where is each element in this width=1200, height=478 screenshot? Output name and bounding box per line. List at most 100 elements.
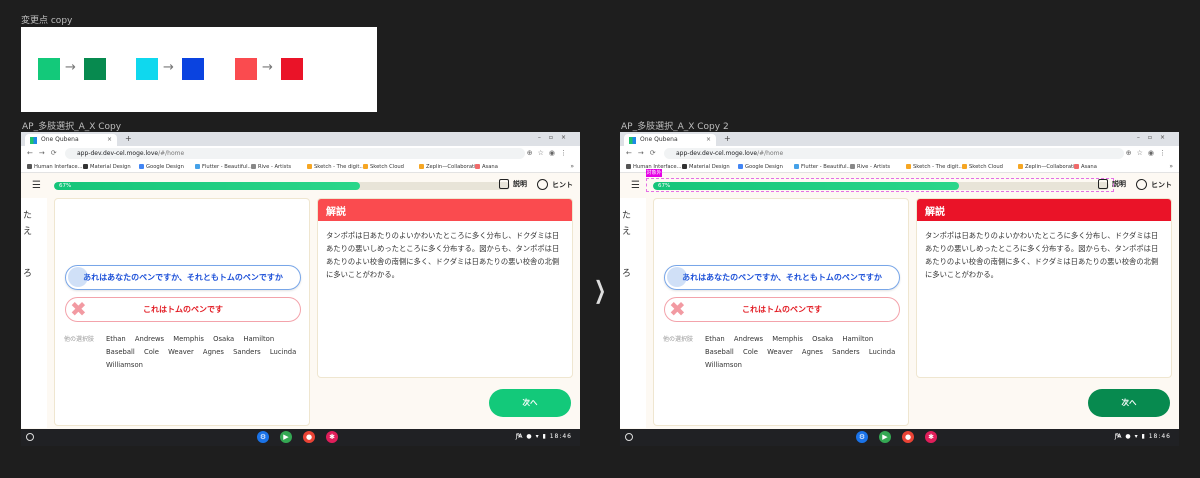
hint-button[interactable]: ヒント: [1136, 179, 1172, 190]
clock: 18:46: [1148, 433, 1171, 440]
window-controls[interactable]: –▫×: [1137, 134, 1173, 141]
browser-toolbar-icons[interactable]: ⊕☆◉⋮: [527, 149, 572, 157]
bookmark-item[interactable]: Asana: [1074, 164, 1097, 170]
choice-label: あれはあなたのペンですか、それともトムのペンですか: [83, 273, 283, 282]
slack-icon[interactable]: ✱: [925, 431, 937, 443]
browser-toolbar-icons[interactable]: ⊕☆◉⋮: [1126, 149, 1171, 157]
menu-icon[interactable]: ☰: [32, 181, 41, 191]
more-bookmarks-icon[interactable]: »: [570, 163, 574, 170]
settings-icon[interactable]: ⚙: [257, 431, 269, 443]
bookmark-favicon-icon: [83, 164, 88, 169]
more-bookmarks-icon[interactable]: »: [1169, 163, 1173, 170]
bookmark-label: Human Interface...: [34, 164, 83, 170]
arrow-right-icon: →: [163, 60, 174, 75]
url-host: app-dev.dev-cel.moge.love: [676, 150, 758, 157]
bookmark-item[interactable]: Google Design: [738, 164, 783, 170]
next-button[interactable]: 次へ: [489, 389, 571, 417]
choice-wrong[interactable]: ✖ これはトムのペンです: [664, 297, 900, 322]
tab-title: One Qubena: [640, 136, 678, 143]
browser-tab-strip: One Qubena × + –▫×: [620, 132, 1179, 146]
bookmark-item[interactable]: Sketch - The digit...: [307, 164, 364, 170]
settings-icon[interactable]: ⚙: [856, 431, 868, 443]
url-path: /#/home: [757, 150, 784, 157]
choice-correct[interactable]: あれはあなたのペンですか、それともトムのペンですか: [664, 265, 900, 290]
hint-button-label: ヒント: [552, 180, 573, 189]
bookmark-label: Material Design: [90, 164, 131, 170]
explain-button[interactable]: 説明: [499, 179, 527, 189]
cut-off-text: え: [23, 227, 33, 237]
close-tab-icon[interactable]: ×: [107, 136, 112, 143]
tab-title: One Qubena: [41, 136, 79, 143]
play-store-icon[interactable]: ▶: [280, 431, 292, 443]
bookmark-item[interactable]: Google Design: [139, 164, 184, 170]
explanation-card: 解説 タンポポは日あたりのよいかわいたところに多く分布し、ドクダミは日あたりの悪…: [317, 198, 573, 378]
choice-correct[interactable]: あれはあなたのペンですか、それともトムのペンですか: [65, 265, 301, 290]
bookmark-item[interactable]: Human Interface...: [27, 164, 83, 170]
bookmark-item[interactable]: Zeplin—Collaborati...: [1018, 164, 1079, 170]
app-screen-frame-2: One Qubena × + –▫× ←→⟳ app-dev.dev-cel.m…: [620, 132, 1179, 446]
browser-tab-strip: One Qubena × + –▫×: [21, 132, 580, 146]
cut-off-text: え: [622, 227, 632, 237]
bookmark-item[interactable]: Asana: [475, 164, 498, 170]
choice-wrong[interactable]: ✖ これはトムのペンです: [65, 297, 301, 322]
bookmark-favicon-icon: [475, 164, 480, 169]
bookmark-label: Flutter - Beautiful...: [202, 164, 253, 170]
close-tab-icon[interactable]: ×: [706, 136, 711, 143]
url-field[interactable]: app-dev.dev-cel.moge.love/#/home: [65, 148, 525, 159]
launcher-icon[interactable]: [26, 433, 34, 441]
play-store-icon[interactable]: ▶: [879, 431, 891, 443]
os-shelf: ⚙ ▶ ● ✱ ✎ JA ● ▾ ▮ 18:46: [620, 429, 1179, 446]
excluded-region-outline: [646, 178, 1114, 192]
bookmarks-bar: » Human Interface... Material Design Googl…: [21, 161, 580, 173]
hint-button[interactable]: ヒント: [537, 179, 573, 190]
launcher-icon[interactable]: [625, 433, 633, 441]
frame-title: AP_多肢選択_A_X Copy 2: [621, 122, 729, 132]
bookmark-favicon-icon: [419, 164, 424, 169]
next-button[interactable]: 次へ: [1088, 389, 1170, 417]
bookmark-label: Zeplin—Collaborati...: [1025, 164, 1080, 170]
bookmark-item[interactable]: Rive - Artists: [251, 164, 291, 170]
bookmark-label: Zeplin—Collaborati...: [426, 164, 481, 170]
slack-icon[interactable]: ✱: [326, 431, 338, 443]
bookmark-label: Material Design: [689, 164, 730, 170]
url-field[interactable]: app-dev.dev-cel.moge.love/#/home: [664, 148, 1124, 159]
bookmark-item[interactable]: Sketch Cloud: [962, 164, 1003, 170]
other-options-label: 他の選択肢: [64, 336, 95, 343]
question-card: あれはあなたのペンですか、それともトムのペンですか ✖ これはトムのペンです 他の…: [653, 198, 909, 426]
bookmark-favicon-icon: [906, 164, 911, 169]
book-icon: [499, 179, 509, 189]
menu-icon[interactable]: ☰: [631, 181, 640, 191]
browser-tab[interactable]: One Qubena ×: [624, 134, 716, 146]
clock: 18:46: [549, 433, 572, 440]
url-path: /#/home: [158, 150, 185, 157]
bookmark-item[interactable]: Rive - Artists: [850, 164, 890, 170]
cross-icon: ✖: [70, 297, 87, 321]
bookmark-item[interactable]: Material Design: [83, 164, 131, 170]
browser-tab[interactable]: One Qubena ×: [25, 134, 117, 146]
chrome-icon[interactable]: ●: [902, 431, 914, 443]
bookmark-item[interactable]: Flutter - Beautiful...: [195, 164, 252, 170]
bookmark-item[interactable]: Zeplin—Collaborati...: [419, 164, 480, 170]
os-shelf: ⚙ ▶ ● ✱ ✎ JA ● ▾ ▮ 18:46: [21, 429, 580, 446]
window-controls[interactable]: –▫×: [538, 134, 574, 141]
nav-buttons[interactable]: ←→⟳: [27, 149, 63, 157]
bookmark-item[interactable]: Sketch - The digit...: [906, 164, 963, 170]
bookmark-label: Asana: [1081, 164, 1097, 170]
status-area[interactable]: JA ● ▾ ▮ 18:46: [516, 433, 572, 440]
bookmark-favicon-icon: [195, 164, 200, 169]
explanation-title: 解説: [917, 199, 1171, 221]
nav-buttons[interactable]: ←→⟳: [626, 149, 662, 157]
bookmark-label: Google Design: [146, 164, 184, 170]
new-tab-button[interactable]: +: [125, 134, 132, 143]
cut-off-text: た: [23, 211, 33, 221]
new-tab-button[interactable]: +: [724, 134, 731, 143]
progress-fill: 67%: [54, 182, 360, 190]
chrome-icon[interactable]: ●: [303, 431, 315, 443]
bookmark-item[interactable]: Material Design: [682, 164, 730, 170]
explanation-card: 解説 タンポポは日あたりのよいかわいたところに多く分布し、ドクダミは日あたりの悪…: [916, 198, 1172, 378]
status-area[interactable]: JA ● ▾ ▮ 18:46: [1115, 433, 1171, 440]
cross-icon: ✖: [669, 297, 686, 321]
bookmark-item[interactable]: Sketch Cloud: [363, 164, 404, 170]
bookmark-item[interactable]: Flutter - Beautiful...: [794, 164, 851, 170]
other-options-label: 他の選択肢: [663, 336, 694, 343]
